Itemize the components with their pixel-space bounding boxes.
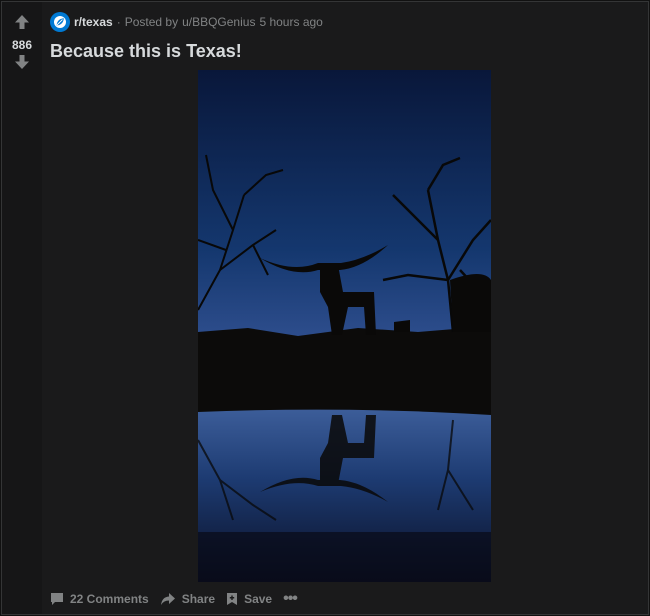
posted-by-label: Posted by — [124, 15, 179, 29]
upvote-arrow-icon — [15, 15, 29, 29]
leaf-icon — [54, 16, 66, 28]
post-image[interactable] — [197, 70, 492, 582]
post-title[interactable]: Because this is Texas! — [50, 41, 242, 62]
meta-separator: · — [116, 15, 121, 29]
subreddit-icon[interactable] — [50, 12, 70, 32]
comment-icon — [51, 593, 63, 605]
upvote-button[interactable] — [14, 14, 30, 30]
post-actions: 22 Comments Share Save ••• — [50, 589, 298, 609]
comments-button[interactable]: 22 Comments — [50, 592, 149, 606]
comments-label: 22 Comments — [70, 592, 149, 606]
vote-rail: 886 — [2, 2, 42, 614]
downvote-button[interactable] — [14, 54, 30, 70]
save-button[interactable]: Save — [226, 592, 272, 606]
subreddit-link[interactable]: r/texas — [74, 15, 113, 29]
more-options-button[interactable]: ••• — [283, 590, 298, 608]
save-label: Save — [244, 592, 273, 606]
downvote-arrow-icon — [15, 55, 29, 69]
author-link[interactable]: u/BBQGenius — [182, 15, 255, 29]
longhorn-sunset-image — [197, 70, 492, 582]
post-meta: r/texas · Posted by u/BBQGenius 5 hours … — [50, 12, 323, 32]
share-button[interactable]: Share — [160, 592, 215, 606]
share-label: Share — [181, 592, 216, 606]
post-card: 886 r/texas · Posted by u/BBQGenius 5 ho… — [1, 1, 649, 615]
save-bookmark-icon — [227, 593, 238, 605]
post-timestamp[interactable]: 5 hours ago — [259, 15, 322, 29]
vote-score: 886 — [11, 38, 33, 52]
share-arrow-icon — [160, 593, 175, 605]
